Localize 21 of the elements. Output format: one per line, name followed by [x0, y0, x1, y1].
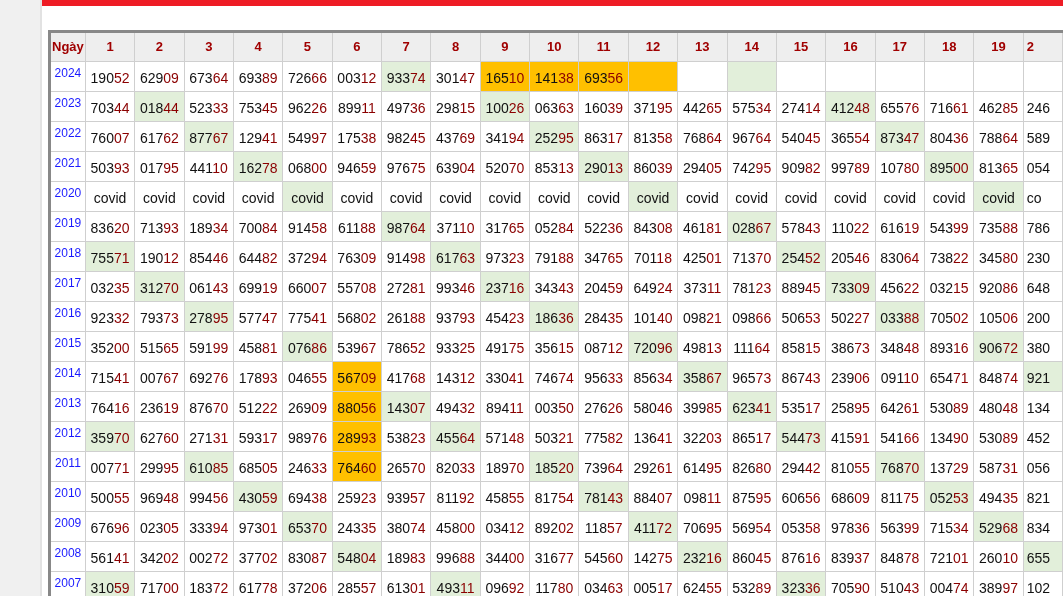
column-header: 2	[1023, 31, 1063, 62]
column-header: 18	[924, 31, 974, 62]
column-header: 16	[825, 31, 876, 62]
column-header: 12	[628, 31, 678, 62]
column-header: 9	[480, 31, 530, 62]
column-header: 8	[430, 31, 481, 62]
column-header: 13	[677, 31, 728, 62]
column-header: 4	[233, 31, 283, 62]
column-header: 17	[875, 31, 925, 62]
column-header: Ngày	[49, 31, 86, 62]
column-header: 11	[578, 31, 629, 62]
column-header: 14	[727, 31, 777, 62]
column-header: 6	[332, 31, 382, 62]
column-header: 10	[529, 31, 579, 62]
column-header: 15	[776, 31, 826, 62]
column-header: 2	[134, 31, 185, 62]
column-header: 7	[381, 31, 431, 62]
column-header: 19	[973, 31, 1024, 62]
column-header: 3	[184, 31, 234, 62]
column-header: 1	[85, 31, 135, 62]
column-header: 5	[282, 31, 333, 62]
